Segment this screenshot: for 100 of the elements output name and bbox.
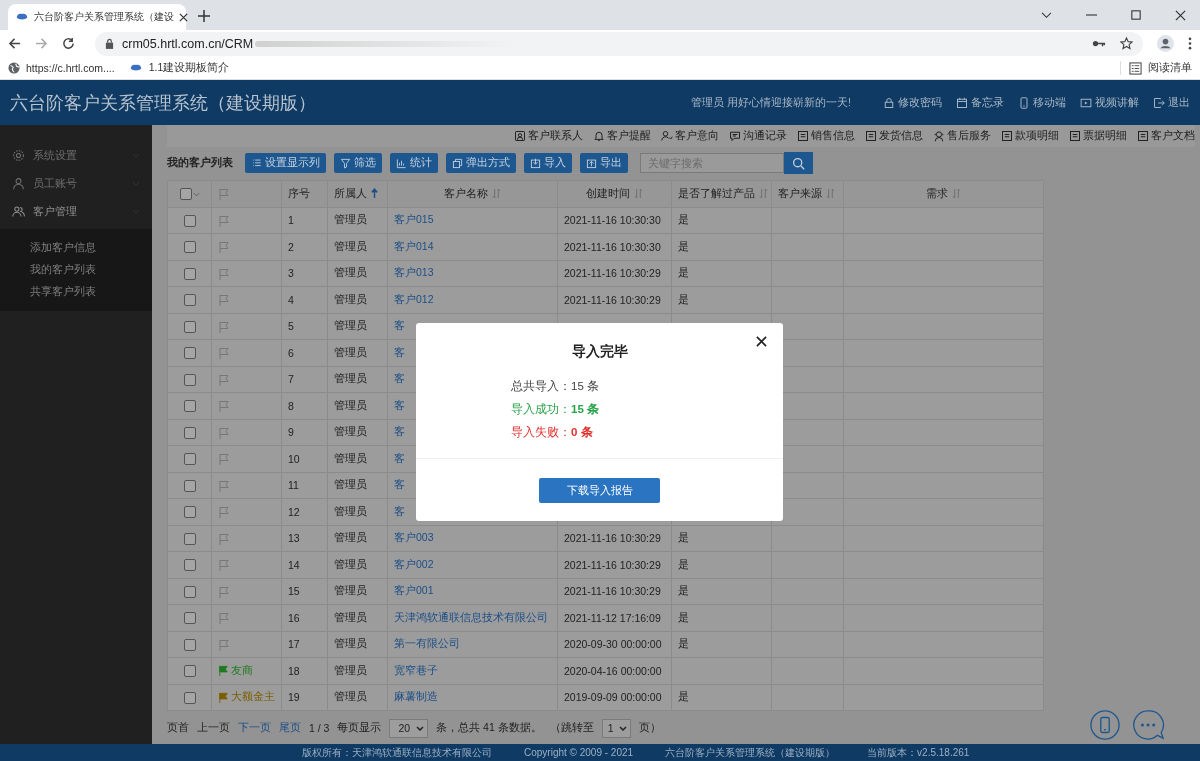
sort-icon[interactable] [952, 188, 961, 200]
toolbar-button[interactable]: 统计 [390, 153, 438, 173]
header-link[interactable]: 视频讲解 [1080, 95, 1139, 110]
download-report-button[interactable]: 下载导入报告 [539, 477, 660, 503]
row-checkbox[interactable] [183, 214, 196, 227]
row-checkbox[interactable] [183, 585, 196, 598]
flag-icon[interactable] [218, 373, 230, 386]
toolbar-link[interactable]: 售后服务 [933, 129, 991, 143]
toolbar-link[interactable]: 票据明细 [1069, 129, 1127, 143]
customer-link[interactable]: 客 [394, 478, 405, 491]
forward-icon[interactable] [35, 37, 48, 50]
flag-icon[interactable] [218, 347, 230, 360]
toolbar-button[interactable]: 导出 [580, 153, 628, 173]
row-checkbox[interactable] [183, 426, 196, 439]
caret-icon[interactable] [1041, 11, 1052, 19]
toolbar-link[interactable]: 款项明细 [1001, 129, 1059, 143]
row-checkbox[interactable] [183, 559, 196, 572]
sidebar-item[interactable]: 我的客户列表 [0, 259, 152, 281]
flag-icon[interactable] [218, 612, 230, 625]
mobile-button[interactable] [1090, 710, 1120, 740]
pager-link[interactable]: 下一页 [238, 721, 271, 735]
maximize-icon[interactable] [1131, 10, 1141, 20]
row-checkbox[interactable] [183, 241, 196, 254]
close-icon[interactable] [756, 336, 767, 347]
customer-link[interactable]: 客户002 [394, 557, 434, 570]
flag-icon[interactable] [218, 585, 230, 598]
row-checkbox[interactable] [183, 453, 196, 466]
flag-icon[interactable] [218, 479, 230, 492]
flag-icon[interactable] [218, 214, 230, 227]
sort-icon[interactable] [826, 188, 835, 200]
row-checkbox[interactable] [183, 612, 196, 625]
flag-icon[interactable] [218, 638, 230, 651]
row-checkbox[interactable] [183, 506, 196, 519]
bookmark[interactable]: https://c.hrtl.com.... [8, 62, 115, 74]
row-checkbox[interactable] [183, 691, 196, 704]
customer-link[interactable]: 客户012 [394, 292, 434, 305]
sidebar-item[interactable]: 添加客户信息 [0, 237, 152, 259]
header-link[interactable]: 备忘录 [956, 95, 1004, 110]
flag-icon[interactable] [218, 559, 230, 572]
customer-link[interactable]: 客 [394, 372, 405, 385]
page-select[interactable]: 1 [601, 718, 632, 738]
sidebar-group[interactable]: 客户管理 [0, 197, 152, 225]
reload-icon[interactable] [62, 37, 75, 50]
toolbar-button[interactable]: 弹出方式 [446, 153, 516, 173]
reading-list-button[interactable]: 阅读清单 [1120, 61, 1192, 75]
toolbar-button[interactable]: 设置显示列 [245, 153, 326, 173]
select-all-checkbox[interactable] [179, 188, 200, 201]
header-link[interactable]: 移动端 [1018, 95, 1066, 110]
star-icon[interactable] [1120, 37, 1133, 50]
customer-link[interactable]: 客户003 [394, 531, 434, 544]
flag-icon[interactable] [218, 241, 230, 254]
sidebar-item[interactable]: 共享客户列表 [0, 281, 152, 303]
sort-icon[interactable] [759, 188, 768, 200]
customer-link[interactable]: 客 [394, 398, 405, 411]
customer-link[interactable]: 客户015 [394, 213, 434, 226]
customer-link[interactable]: 客 [394, 345, 405, 358]
bookmark[interactable]: 1.1建设期板简介 [128, 61, 230, 75]
per-page-select[interactable]: 20 [389, 718, 429, 738]
sort-ascending-icon[interactable] [371, 188, 378, 200]
customer-link[interactable]: 客 [394, 451, 405, 464]
row-checkbox[interactable] [183, 665, 196, 678]
row-checkbox[interactable] [183, 320, 196, 333]
close-tab-icon[interactable] [179, 12, 188, 22]
profile-avatar-icon[interactable] [1157, 35, 1174, 52]
toolbar-link[interactable]: 客户意向 [661, 129, 719, 143]
customer-link[interactable]: 客 [394, 425, 405, 438]
more-menu-icon[interactable] [1188, 37, 1192, 50]
row-checkbox[interactable] [183, 373, 196, 386]
toolbar-link[interactable]: 客户文档 [1137, 129, 1195, 143]
back-icon[interactable] [8, 37, 21, 50]
row-checkbox[interactable] [183, 294, 196, 307]
flag-icon[interactable] [218, 532, 230, 545]
flag-icon[interactable] [218, 320, 230, 333]
flag-icon[interactable] [218, 506, 230, 519]
toolbar-button[interactable]: 导入 [524, 153, 572, 173]
row-checkbox[interactable] [183, 400, 196, 413]
customer-link[interactable]: 麻薯制造 [394, 690, 438, 703]
row-checkbox[interactable] [183, 638, 196, 651]
new-tab-icon[interactable] [198, 10, 210, 22]
chat-button[interactable] [1133, 710, 1165, 740]
sort-icon[interactable] [634, 188, 643, 200]
browser-tab[interactable]: 六台阶客户关系管理系统（建设 [8, 4, 186, 30]
search-button[interactable] [784, 152, 813, 174]
customer-link[interactable]: 客户001 [394, 584, 434, 597]
flag-icon[interactable] [218, 426, 230, 439]
toolbar-link[interactable]: 销售信息 [797, 129, 855, 143]
customer-link[interactable]: 客户013 [394, 266, 434, 279]
header-link[interactable]: 退出 [1153, 95, 1190, 110]
customer-link[interactable]: 客 [394, 504, 405, 517]
sidebar-group[interactable]: 系统设置 [0, 141, 152, 169]
address-field[interactable]: crm05.hrtl.com.cn/CRM [95, 31, 1143, 56]
toolbar-button[interactable]: 筛选 [334, 153, 382, 173]
toolbar-link[interactable]: 客户提醒 [593, 129, 651, 143]
row-checkbox[interactable] [183, 347, 196, 360]
sidebar-group[interactable]: 员工账号 [0, 169, 152, 197]
pager-link[interactable]: 尾页 [279, 721, 301, 735]
flag-icon[interactable] [218, 294, 230, 307]
row-checkbox[interactable] [183, 479, 196, 492]
flag-icon[interactable] [218, 400, 230, 413]
customer-link[interactable]: 第一有限公司 [394, 637, 460, 650]
